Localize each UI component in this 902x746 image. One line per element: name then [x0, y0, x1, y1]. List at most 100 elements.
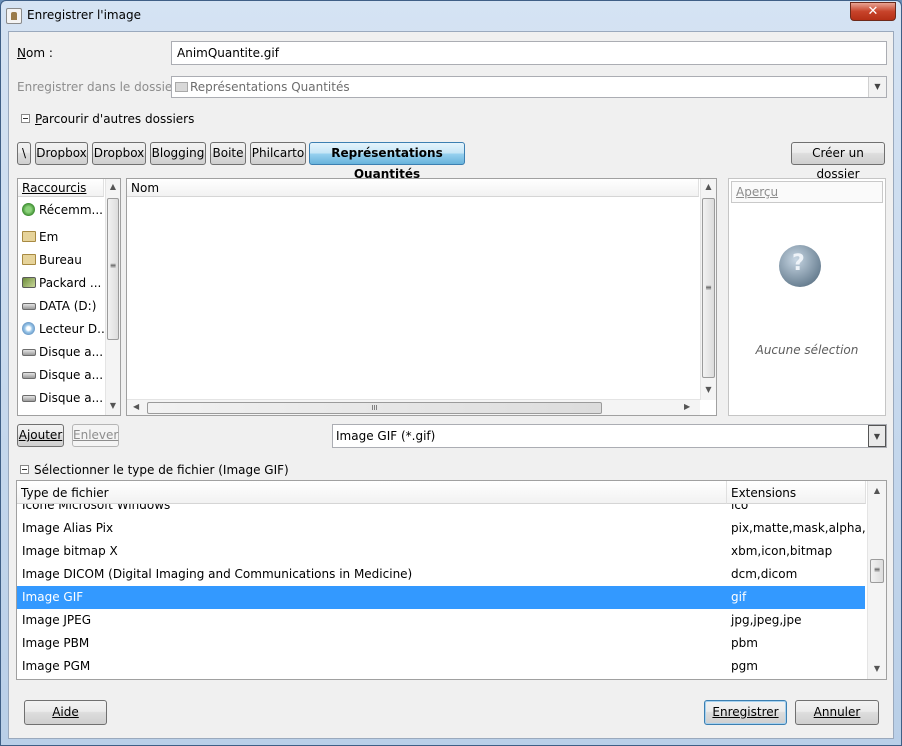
file-type-extensions: pix,matte,mask,alpha,als — [731, 521, 866, 535]
network-drive-icon — [22, 277, 36, 288]
scroll-up-icon[interactable]: ▲ — [701, 182, 716, 191]
place-item[interactable]: Bureau — [20, 250, 104, 270]
scroll-down-icon[interactable]: ▼ — [106, 401, 120, 410]
files-vertical-scrollbar[interactable]: ▲ ≡ ▼ — [700, 179, 716, 400]
add-bookmark-button[interactable]: Ajouter — [17, 424, 64, 447]
scroll-up-icon[interactable]: ▲ — [868, 486, 886, 495]
file-type-row[interactable]: Icône Microsoft Windows ico — [17, 504, 865, 517]
name-label: Nom : — [17, 46, 53, 60]
title-bar[interactable]: Enregistrer l'image ✕ — [1, 1, 901, 31]
save-button[interactable]: Enregistrer — [704, 700, 787, 725]
file-type-column-header[interactable]: Type de fichier — [17, 481, 727, 504]
path-bar-toggle-button[interactable]: \ — [17, 142, 31, 165]
places-header[interactable]: Raccourcis — [18, 179, 104, 197]
files-horizontal-scrollbar[interactable]: ◀ III ▶ — [127, 399, 700, 415]
file-type-row[interactable]: Image JPEG jpg,jpeg,jpe — [17, 609, 865, 632]
path-crumb-philcarto[interactable]: Philcarto — [250, 142, 306, 165]
file-type-row[interactable]: Image PBM pbm — [17, 632, 865, 655]
drive-icon — [22, 372, 36, 379]
file-type-rows: Icône Microsoft Windows ico Image Alias Pi… — [17, 504, 866, 679]
files-name-column-header[interactable]: Nom — [127, 179, 699, 197]
question-mark-icon: ? — [779, 245, 821, 287]
place-item-label: Lecteur D... — [39, 322, 104, 336]
files-hscroll-thumb[interactable]: III — [147, 402, 602, 414]
save-image-dialog: Enregistrer l'image ✕ Nom : AnimQuantite… — [0, 0, 902, 746]
place-item[interactable]: Disque a... — [20, 365, 104, 385]
file-type-name: Image PBM — [22, 636, 90, 650]
close-button[interactable]: ✕ — [850, 2, 896, 21]
help-button[interactable]: Aide — [24, 700, 107, 725]
file-type-row[interactable]: Image PGM pgm — [17, 655, 865, 678]
file-type-extensions: xbm,icon,bitmap — [731, 544, 833, 558]
scroll-down-icon[interactable]: ▼ — [868, 664, 886, 673]
path-crumb-dropbox-2[interactable]: Dropbox — [92, 142, 146, 165]
window-title: Enregistrer l'image — [27, 8, 141, 22]
browse-expander-icon[interactable] — [21, 114, 30, 123]
scroll-left-icon[interactable]: ◀ — [133, 402, 139, 411]
files-scroll-thumb[interactable]: ≡ — [702, 198, 715, 378]
place-item[interactable]: Disque a... — [20, 388, 104, 408]
file-type-row[interactable]: Image DICOM (Digital Imaging and Communi… — [17, 563, 865, 586]
cd-drive-icon — [22, 322, 35, 335]
path-crumb-dropbox-1[interactable]: Dropbox — [35, 142, 88, 165]
file-type-scrollbar[interactable]: ▲ ≡ ▼ — [867, 481, 886, 679]
file-type-extensions: pbm — [731, 636, 758, 650]
file-filter-value: Image GIF (*.gif) — [336, 429, 436, 443]
file-type-scroll-thumb[interactable]: ≡ — [870, 559, 884, 583]
file-type-name: Image DICOM (Digital Imaging and Communi… — [22, 567, 413, 581]
remove-bookmark-button[interactable]: Enlever — [72, 424, 119, 447]
dialog-content: Nom : AnimQuantite.gif Enregistrer dans … — [8, 31, 894, 739]
file-type-row[interactable]: Image GIF gif — [17, 586, 865, 609]
preview-empty-text: Aucune sélection — [755, 343, 859, 357]
place-item-label: Em — [39, 230, 59, 244]
save-in-folder-label: Enregistrer dans le dossier : — [17, 80, 186, 94]
file-type-extensions: ico — [731, 504, 749, 512]
place-item-label: Disque a... — [39, 391, 104, 405]
file-type-expander-icon[interactable] — [20, 465, 29, 474]
places-scrollbar[interactable]: ▲ ≡ ▼ — [105, 179, 120, 415]
files-panel: Nom ▲ ≡ ▼ ◀ III ▶ — [126, 178, 717, 416]
path-crumb-representations-quantites[interactable]: Représentations Quantités — [309, 142, 465, 181]
place-item-label: Disque a... — [39, 368, 104, 382]
chevron-down-icon[interactable]: ▼ — [868, 77, 886, 97]
file-type-row[interactable]: Image Alias Pix pix,matte,mask,alpha,als — [17, 517, 866, 540]
drive-icon — [22, 349, 36, 356]
browse-folders-toggle[interactable]: Parcourir d'autres dossiers — [35, 112, 194, 126]
file-type-toggle[interactable]: Sélectionner le type de fichier (Image G… — [34, 463, 289, 477]
places-panel: Raccourcis Récemm... Em Bureau Packard ... D… — [17, 178, 121, 416]
place-item-label: Récemm... — [39, 203, 103, 217]
recent-icon — [22, 203, 35, 216]
place-item[interactable]: Lecteur D... — [20, 319, 104, 339]
place-item-label: Disque a... — [39, 345, 104, 359]
file-filter-combo[interactable]: Image GIF (*.gif) ▼ — [332, 424, 887, 448]
path-crumb-boite[interactable]: Boite — [210, 142, 246, 165]
place-item[interactable]: Disque a... — [20, 342, 104, 362]
file-type-extensions: jpg,jpeg,jpe — [731, 613, 802, 627]
places-scroll-thumb[interactable]: ≡ — [107, 198, 119, 340]
file-type-list: Type de fichier Extensions Icône Microso… — [16, 480, 887, 680]
cancel-button[interactable]: Annuler — [795, 700, 879, 725]
file-type-extensions: gif — [731, 590, 747, 604]
file-type-row[interactable]: Image bitmap X xbm,icon,bitmap — [17, 540, 865, 563]
scroll-up-icon[interactable]: ▲ — [106, 182, 120, 191]
place-item-label: DATA (D:) — [39, 299, 97, 313]
place-item[interactable]: Récemm... — [20, 200, 104, 220]
place-item[interactable]: Packard ... — [20, 273, 104, 293]
scroll-down-icon[interactable]: ▼ — [701, 385, 716, 394]
file-type-extensions: dcm,dicom — [731, 567, 798, 581]
path-crumb-blogging[interactable]: Blogging — [150, 142, 206, 165]
file-type-name: Icône Microsoft Windows — [22, 504, 171, 512]
create-folder-button[interactable]: Créer un dossier — [791, 142, 885, 181]
drive-icon — [22, 303, 36, 310]
save-in-folder-combo[interactable]: Représentations Quantités ▼ — [171, 76, 887, 98]
place-item[interactable]: Em — [20, 227, 104, 247]
preview-panel: Aperçu ? Aucune sélection — [728, 178, 886, 416]
save-in-folder-value: Représentations Quantités — [190, 80, 350, 94]
filename-input[interactable]: AnimQuantite.gif — [171, 41, 887, 65]
drive-icon — [22, 395, 36, 402]
scroll-right-icon[interactable]: ▶ — [684, 402, 690, 411]
chevron-down-icon[interactable]: ▼ — [868, 425, 886, 447]
place-item[interactable]: DATA (D:) — [20, 296, 104, 316]
folder-icon — [22, 254, 36, 265]
extensions-column-header[interactable]: Extensions — [727, 481, 866, 504]
